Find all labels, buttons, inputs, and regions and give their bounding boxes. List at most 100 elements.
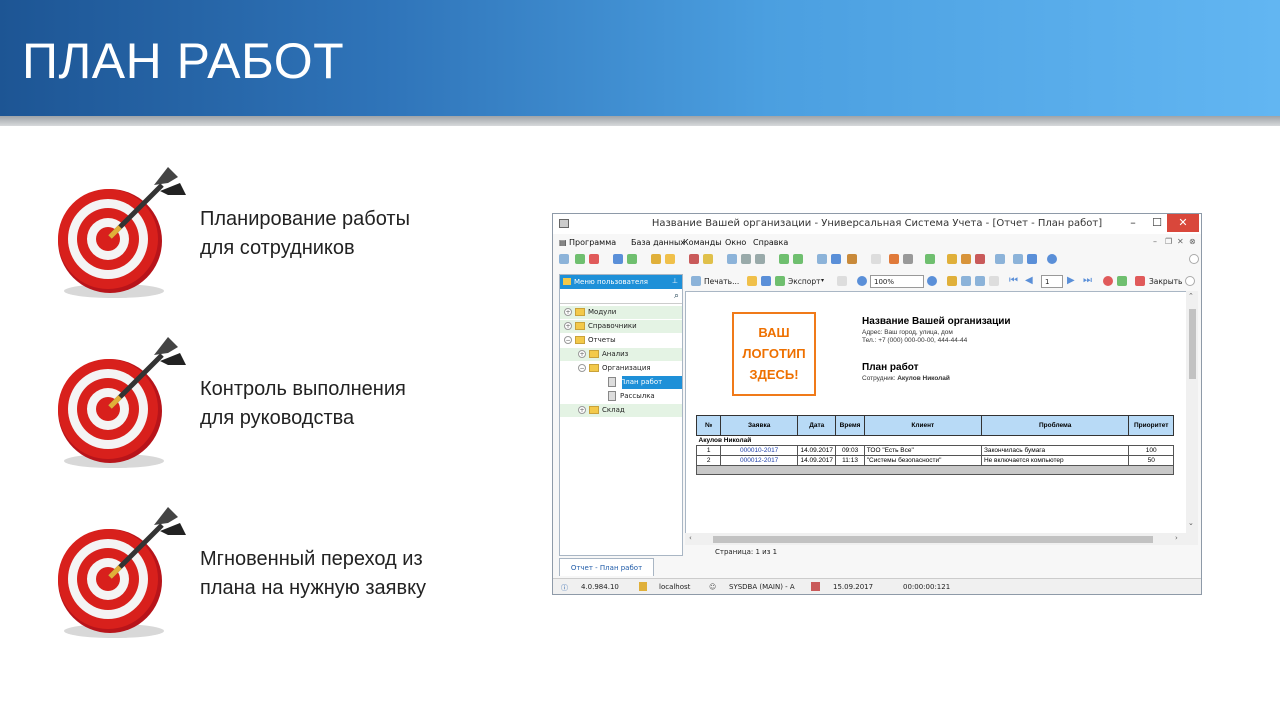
tree-item-reports[interactable]: − Отчеты [560, 334, 682, 347]
toolbar-window-icon[interactable] [817, 254, 827, 264]
table-row[interactable]: 1 000010-2017 14.09.2017 09:03 ТОО "Есть… [695, 445, 1174, 456]
toolbar-exit-icon[interactable] [975, 254, 985, 264]
pin-icon[interactable]: ⊥ [672, 277, 678, 285]
toolbar-copy-icon[interactable] [779, 254, 789, 264]
minimize-button[interactable]: – [1121, 214, 1145, 232]
toolbar-paste-icon[interactable] [793, 254, 803, 264]
window-title: Название Вашей организации - Универсальн… [651, 218, 1103, 229]
toolbar-print-icon[interactable] [1013, 254, 1023, 264]
find-icon[interactable] [947, 276, 957, 286]
zoom-select[interactable]: 100% [870, 275, 924, 288]
prev-page-icon[interactable]: ◀ [1025, 275, 1033, 286]
toolbar-search-icon[interactable] [613, 254, 623, 264]
scroll-left-icon[interactable]: ‹ [689, 534, 692, 542]
edit-icon[interactable] [989, 276, 999, 286]
stop-icon[interactable] [1103, 276, 1113, 286]
collapse-icon[interactable]: − [564, 336, 572, 344]
col-header: Приоритет [1128, 415, 1174, 436]
request-link[interactable]: 000010-2017 [720, 445, 799, 456]
mdi-extra-icon[interactable]: ⊗ [1189, 237, 1196, 246]
vertical-scrollbar[interactable]: ⌃ ⌄ [1186, 291, 1198, 545]
horizontal-scrollbar[interactable]: ‹ › [685, 533, 1187, 545]
close-window-button[interactable]: ✕ [1167, 214, 1199, 232]
export-icon[interactable] [775, 276, 785, 286]
tree-item-modules[interactable]: + Модули [560, 306, 682, 319]
toolbar-expand-icon[interactable] [1189, 254, 1199, 264]
menu-item-database[interactable]: База данных [631, 238, 685, 247]
next-page-icon[interactable]: ▶ [1067, 275, 1075, 286]
toolbar-lock-icon[interactable] [947, 254, 957, 264]
toolbar-clock-icon[interactable] [871, 254, 881, 264]
toolbar-list-icon[interactable] [741, 254, 751, 264]
request-link[interactable]: 000012-2017 [720, 455, 799, 466]
toolbar-info-icon[interactable] [1047, 254, 1057, 264]
menu-item-help[interactable]: Справка [753, 238, 788, 247]
toolbar-open-icon[interactable] [575, 254, 585, 264]
menu-item-program[interactable]: Программа [569, 238, 616, 247]
refresh-icon[interactable] [1117, 276, 1127, 286]
mdi-close-icon[interactable]: ✕ [1177, 237, 1184, 246]
tree-item-organization[interactable]: − Организация [560, 362, 682, 375]
expand-icon[interactable]: + [578, 350, 586, 358]
toolbar-filter-icon[interactable] [651, 254, 661, 264]
mdi-restore-icon[interactable]: ❐ [1165, 237, 1172, 246]
chevron-down-icon[interactable]: ▾ [821, 277, 824, 284]
tree-item-work-plan[interactable]: План работ [560, 376, 682, 389]
scroll-right-icon[interactable]: › [1175, 534, 1178, 542]
tree-search-bar[interactable]: ⌕ [560, 290, 682, 304]
printer-icon[interactable] [691, 276, 701, 286]
scroll-up-icon[interactable]: ⌃ [1188, 292, 1194, 300]
info-icon: ⓘ [561, 584, 568, 592]
vertical-scroll-thumb[interactable] [1189, 309, 1196, 379]
page-number-input[interactable]: 1 [1041, 275, 1063, 288]
scroll-down-icon[interactable]: ⌄ [1188, 519, 1194, 527]
print-button[interactable]: Печать... [704, 277, 739, 286]
toolbar-note-icon[interactable] [703, 254, 713, 264]
toolbar-bookmark-icon[interactable] [689, 254, 699, 264]
first-page-icon[interactable]: ⏮ [1009, 275, 1018, 286]
toolbar-tools-icon[interactable] [889, 254, 899, 264]
toolbar-chart-icon[interactable] [925, 254, 935, 264]
toolbar-expand-icon[interactable] [1185, 276, 1195, 286]
maximize-button[interactable]: ☐ [1145, 214, 1169, 232]
tree-item-directories[interactable]: + Справочники [560, 320, 682, 333]
toolbar-user-icon[interactable] [847, 254, 857, 264]
expand-icon[interactable]: + [578, 406, 586, 414]
table-row[interactable]: 2 000012-2017 14.09.2017 11:13 "Системы … [695, 455, 1174, 466]
export-button[interactable]: Экспорт [788, 277, 821, 286]
toolbar-calendar-icon[interactable] [995, 254, 1005, 264]
cell-time: 11:13 [835, 455, 865, 466]
page-setup-icon[interactable] [837, 276, 847, 286]
zoom-in-icon[interactable] [927, 276, 937, 286]
toolbar-windows-icon[interactable] [831, 254, 841, 264]
toolbar-users-icon[interactable] [961, 254, 971, 264]
close-report-icon[interactable] [1135, 276, 1145, 286]
last-page-icon[interactable]: ⏭ [1083, 275, 1092, 286]
toolbar-new-icon[interactable] [559, 254, 569, 264]
close-report-button[interactable]: Закрыть [1149, 277, 1182, 286]
toolbar-settings-icon[interactable] [903, 254, 913, 264]
tree-item-warehouse[interactable]: + Склад [560, 404, 682, 417]
expand-icon[interactable]: + [564, 322, 572, 330]
toolbar-refresh-icon[interactable] [627, 254, 637, 264]
toolbar-folder-icon[interactable] [665, 254, 675, 264]
horizontal-scroll-thumb[interactable] [713, 536, 1153, 543]
page-width-icon[interactable] [975, 276, 985, 286]
search-icon[interactable]: ⌕ [674, 291, 679, 301]
toolbar-link-icon[interactable] [1027, 254, 1037, 264]
toolbar-grid-icon[interactable] [755, 254, 765, 264]
toolbar-doc-icon[interactable] [727, 254, 737, 264]
tree-item-mailing[interactable]: Рассылка [560, 390, 682, 403]
open-icon[interactable] [747, 276, 757, 286]
one-page-icon[interactable] [961, 276, 971, 286]
mdi-minimize-icon[interactable]: – [1153, 237, 1157, 246]
expand-icon[interactable]: + [564, 308, 572, 316]
menu-item-window[interactable]: Окно [725, 238, 746, 247]
zoom-out-icon[interactable] [857, 276, 867, 286]
tree-item-analysis[interactable]: + Анализ [560, 348, 682, 361]
save-icon[interactable] [761, 276, 771, 286]
menu-item-commands[interactable]: Команды [683, 238, 722, 247]
tab-work-plan-report[interactable]: Отчет - План работ [559, 558, 654, 576]
toolbar-delete-icon[interactable] [589, 254, 599, 264]
collapse-icon[interactable]: − [578, 364, 586, 372]
